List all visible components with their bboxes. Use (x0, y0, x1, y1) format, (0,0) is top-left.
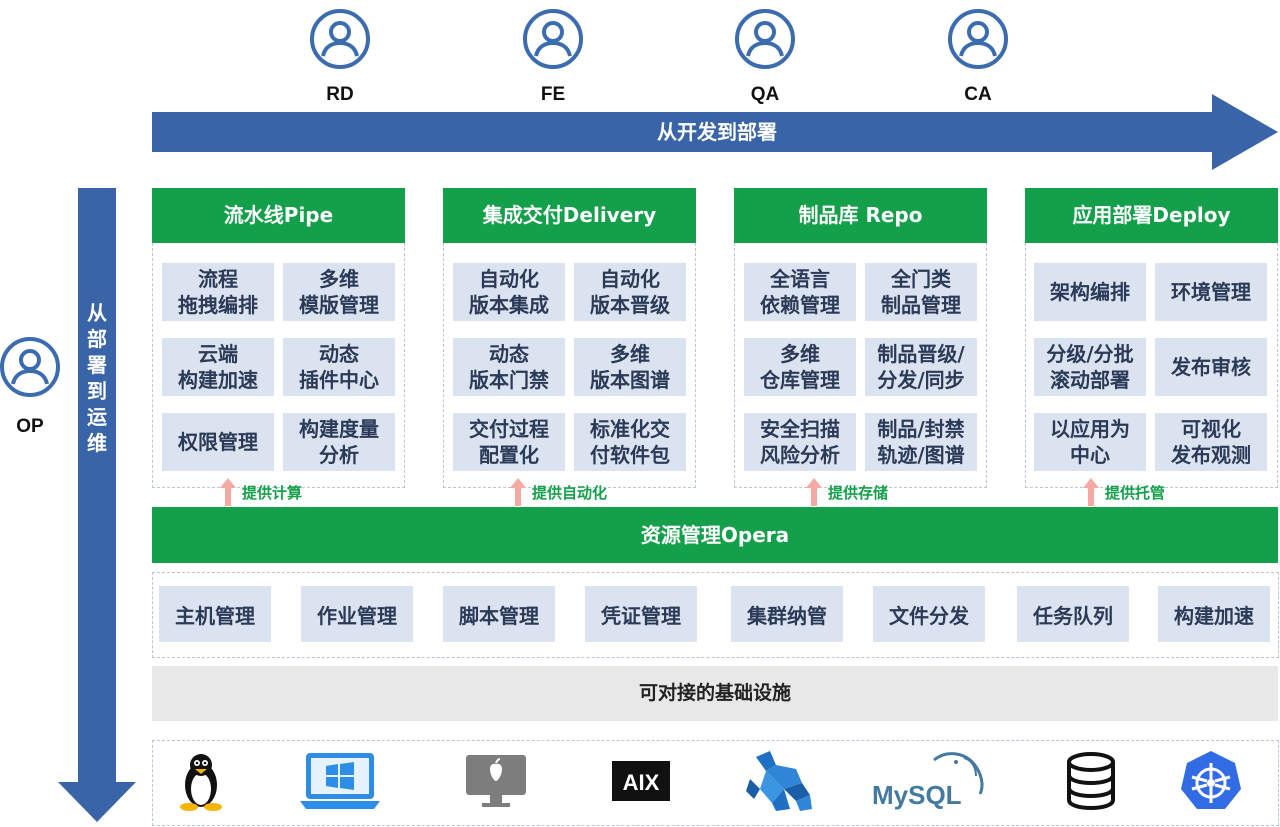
resource-cell[interactable]: 凭证管理 (585, 586, 697, 642)
mysql-icon: MySQL (862, 748, 1002, 814)
feature-cell[interactable]: 多维 版本图谱 (574, 338, 686, 396)
role-qa: QA (725, 8, 805, 106)
user-icon (948, 9, 1008, 69)
deploy-to-ops-text: 从部署到运维 (87, 301, 107, 455)
database-icon (1048, 748, 1134, 814)
opera-resource-bar[interactable]: 资源管理Opera (152, 507, 1278, 563)
feature-cell[interactable]: 制品晋级/ 分发/同步 (865, 338, 977, 396)
feature-cell[interactable]: 自动化 版本晋级 (574, 263, 686, 321)
feature-cell[interactable]: 多维 模版管理 (283, 263, 395, 321)
feature-cell[interactable]: 动态 版本门禁 (453, 338, 565, 396)
feature-cell[interactable]: 发布审核 (1155, 338, 1267, 396)
feature-cell[interactable]: 可视化 发布观测 (1155, 413, 1267, 471)
resource-cell[interactable]: 任务队列 (1017, 586, 1129, 642)
feature-cell[interactable]: 全门类 制品管理 (865, 263, 977, 321)
provide-label: 提供存储 (828, 483, 889, 502)
provide-compute: 提供计算 (220, 478, 302, 506)
user-icon (310, 9, 370, 69)
feature-cell[interactable]: 构建度量 分析 (283, 413, 395, 471)
feature-cell[interactable]: 架构编排 (1034, 263, 1146, 321)
feature-cell[interactable]: 动态 插件中心 (283, 338, 395, 396)
panel-pipe-header[interactable]: 流水线Pipe (152, 188, 405, 243)
macos-icon (453, 748, 539, 814)
feature-cell[interactable]: 环境管理 (1155, 263, 1267, 321)
dev-to-deploy-label: 从开发到部署 (657, 120, 777, 144)
linux-icon (158, 748, 244, 814)
feature-cell[interactable]: 权限管理 (162, 413, 274, 471)
role-rd: RD (300, 8, 380, 106)
resource-cell[interactable]: 文件分发 (873, 586, 985, 642)
resource-cell[interactable]: 主机管理 (159, 586, 271, 642)
resource-cell[interactable]: 集群纳管 (731, 586, 843, 642)
feature-cell[interactable]: 云端 构建加速 (162, 338, 274, 396)
windows-icon (297, 748, 383, 814)
provide-hosting: 提供托管 (1083, 478, 1165, 506)
provide-label: 提供计算 (242, 483, 303, 502)
panel-repo-header[interactable]: 制品库 Repo (734, 188, 987, 243)
role-ca: CA (938, 8, 1018, 106)
resource-cell[interactable]: 脚本管理 (443, 586, 555, 642)
feature-cell[interactable]: 多维 仓库管理 (744, 338, 856, 396)
provide-label: 提供托管 (1105, 483, 1166, 502)
feature-cell[interactable]: 标准化交 付软件包 (574, 413, 686, 471)
user-icon (735, 9, 795, 69)
aix-icon: AIX (598, 748, 684, 814)
feature-cell[interactable]: 安全扫描 风险分析 (744, 413, 856, 471)
up-arrow-icon (220, 478, 236, 506)
up-arrow-icon (510, 478, 526, 506)
provide-label: 提供自动化 (532, 483, 608, 502)
up-arrow-icon (1083, 478, 1099, 506)
provide-automation: 提供自动化 (510, 478, 607, 506)
deploy-to-ops-label: 从部署到运维 (78, 300, 116, 456)
feature-cell[interactable]: 以应用为 中心 (1034, 413, 1146, 471)
kubernetes-icon (1168, 748, 1254, 814)
role-fe: FE (513, 8, 593, 106)
resource-cell[interactable]: 作业管理 (301, 586, 413, 642)
kafka-icon (738, 748, 824, 814)
user-icon (0, 337, 60, 397)
feature-cell[interactable]: 全语言 依赖管理 (744, 263, 856, 321)
resource-cell[interactable]: 构建加速 (1158, 586, 1270, 642)
feature-cell[interactable]: 分级/分批 滚动部署 (1034, 338, 1146, 396)
deploy-to-ops-arrow (58, 188, 136, 822)
panel-deploy-header[interactable]: 应用部署Deploy (1025, 188, 1278, 243)
feature-cell[interactable]: 交付过程 配置化 (453, 413, 565, 471)
provide-storage: 提供存储 (806, 478, 888, 506)
feature-cell[interactable]: 自动化 版本集成 (453, 263, 565, 321)
infrastructure-bar: 可对接的基础设施 (152, 666, 1278, 721)
mysql-text: MySQL (872, 780, 962, 810)
feature-cell[interactable]: 制品/封禁 轨迹/图谱 (865, 413, 977, 471)
up-arrow-icon (806, 478, 822, 506)
user-icon (523, 9, 583, 69)
aix-text: AIX (623, 770, 660, 795)
panel-delivery-header[interactable]: 集成交付Delivery (443, 188, 696, 243)
feature-cell[interactable]: 流程 拖拽编排 (162, 263, 274, 321)
